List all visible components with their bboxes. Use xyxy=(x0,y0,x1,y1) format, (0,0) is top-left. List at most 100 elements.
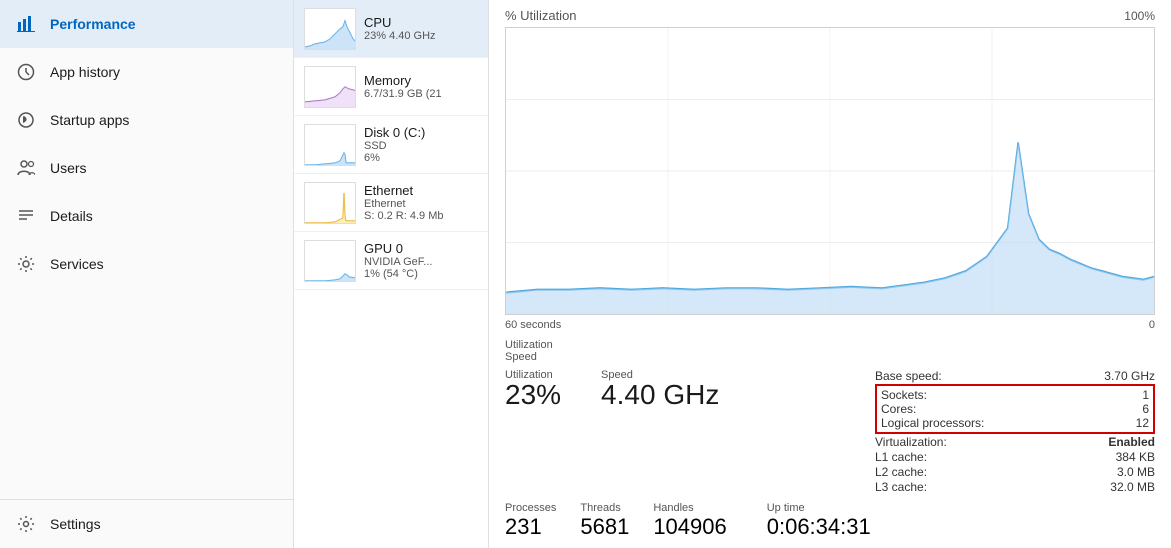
disk-info: Disk 0 (C:) SSD 6% xyxy=(364,125,478,164)
details-icon xyxy=(16,206,36,226)
speed-value-block: Speed 4.40 GHz xyxy=(601,369,719,494)
virtualization-row: Virtualization: Enabled xyxy=(875,435,1155,449)
logical-processors-key: Logical processors: xyxy=(881,416,984,430)
detail-header: % Utilization 100% xyxy=(505,8,1155,23)
speed-value: 4.40 GHz xyxy=(601,381,719,409)
util-max-label: 100% xyxy=(1124,9,1155,23)
ethernet-thumb xyxy=(304,182,356,224)
processes-label: Processes xyxy=(505,502,556,514)
virtualization-val: Enabled xyxy=(1108,435,1155,449)
memory-sub: 6.7/31.9 GB (21 xyxy=(364,88,478,100)
logical-processors-row: Logical processors: 12 xyxy=(881,416,1149,430)
sidebar-item-details[interactable]: Details xyxy=(0,192,293,240)
ethernet-sub2: S: 0.2 R: 4.9 Mb xyxy=(364,210,478,222)
speed-stat-label-inline: Speed xyxy=(505,351,553,363)
sidebar-item-app-history-label: App history xyxy=(50,64,120,80)
ethernet-info: Ethernet Ethernet S: 0.2 R: 4.9 Mb xyxy=(364,183,478,222)
sidebar-item-users-label: Users xyxy=(50,160,87,176)
utilization-value-block: Utilization 23% xyxy=(505,369,561,494)
processes-value: 231 xyxy=(505,514,556,540)
sidebar-item-startup-label: Startup apps xyxy=(50,112,129,128)
sockets-val: 1 xyxy=(1142,388,1149,402)
sidebar-item-startup-apps[interactable]: Startup apps xyxy=(0,96,293,144)
logical-processors-val: 12 xyxy=(1136,416,1149,430)
memory-thumb xyxy=(304,66,356,108)
base-speed-val: 3.70 GHz xyxy=(1104,369,1155,383)
threads-value: 5681 xyxy=(580,514,629,540)
gpu-thumb xyxy=(304,240,356,282)
chart-icon xyxy=(16,14,36,34)
graph-bottom: 60 seconds 0 xyxy=(505,319,1155,331)
sidebar-item-services-label: Services xyxy=(50,256,104,272)
gpu-sub2: 1% (54 °C) xyxy=(364,268,478,280)
l3-key: L3 cache: xyxy=(875,480,927,494)
l2-val: 3.0 MB xyxy=(1117,465,1155,479)
handles-label: Handles xyxy=(653,502,726,514)
sockets-row: Sockets: 1 xyxy=(881,388,1149,402)
sidebar-item-services[interactable]: Services xyxy=(0,240,293,288)
device-list: CPU 23% 4.40 GHz Memory 6.7/31.9 GB (21 xyxy=(294,0,489,548)
sidebar-item-performance[interactable]: Performance xyxy=(0,0,293,48)
users-icon xyxy=(16,158,36,178)
cpu-thumb xyxy=(304,8,356,50)
uptime-block: Up time 0:06:34:31 xyxy=(767,502,871,540)
zero-label: 0 xyxy=(1149,319,1155,331)
time-label: 60 seconds xyxy=(505,319,561,331)
device-item-disk[interactable]: Disk 0 (C:) SSD 6% xyxy=(294,116,488,174)
sidebar-item-settings[interactable]: Settings xyxy=(0,500,293,548)
cpu-info: CPU 23% 4.40 GHz xyxy=(364,15,478,42)
l1-val: 384 KB xyxy=(1116,450,1155,464)
virtualization-key: Virtualization: xyxy=(875,435,947,449)
handles-value: 104906 xyxy=(653,514,726,540)
device-item-cpu[interactable]: CPU 23% 4.40 GHz xyxy=(294,0,488,58)
util-stat-label: Utilization xyxy=(505,339,553,351)
handles-block: Handles 104906 xyxy=(653,502,726,540)
cores-key: Cores: xyxy=(881,402,916,416)
sockets-key: Sockets: xyxy=(881,388,927,402)
base-speed-row: Base speed: 3.70 GHz xyxy=(875,369,1155,383)
util-label: % Utilization xyxy=(505,8,577,23)
disk-sub1: SSD xyxy=(364,140,478,152)
cores-val: 6 xyxy=(1142,402,1149,416)
detail-panel: % Utilization 100% 60 seconds 0 xyxy=(489,0,1171,548)
cpu-name: CPU xyxy=(364,15,478,30)
l3-val: 32.0 MB xyxy=(1110,480,1155,494)
specs-block: Base speed: 3.70 GHz Sockets: 1 Cores: 6… xyxy=(875,369,1155,494)
highlighted-specs: Sockets: 1 Cores: 6 Logical processors: … xyxy=(875,384,1155,434)
gpu-name: GPU 0 xyxy=(364,241,478,256)
sidebar-item-performance-label: Performance xyxy=(50,16,136,32)
services-icon xyxy=(16,254,36,274)
settings-icon xyxy=(16,514,36,534)
base-speed-key: Base speed: xyxy=(875,369,942,383)
bottom-stats: Processes 231 Threads 5681 Handles 10490… xyxy=(505,502,1155,540)
utilization-stat: Utilization Speed xyxy=(505,339,553,363)
sidebar-item-details-label: Details xyxy=(50,208,93,224)
device-item-gpu[interactable]: GPU 0 NVIDIA GeF... 1% (54 °C) xyxy=(294,232,488,290)
gpu-info: GPU 0 NVIDIA GeF... 1% (54 °C) xyxy=(364,241,478,280)
sidebar: Performance App history Startup apps xyxy=(0,0,294,548)
disk-sub2: 6% xyxy=(364,152,478,164)
threads-block: Threads 5681 xyxy=(580,502,629,540)
l2-cache-row: L2 cache: 3.0 MB xyxy=(875,465,1155,479)
cpu-sub: 23% 4.40 GHz xyxy=(364,30,478,42)
memory-name: Memory xyxy=(364,73,478,88)
ethernet-sub1: Ethernet xyxy=(364,198,478,210)
uptime-label: Up time xyxy=(767,502,871,514)
threads-label: Threads xyxy=(580,502,629,514)
l2-key: L2 cache: xyxy=(875,465,927,479)
clock-icon xyxy=(16,62,36,82)
sidebar-item-settings-label: Settings xyxy=(50,516,101,532)
sidebar-item-users[interactable]: Users xyxy=(0,144,293,192)
l1-cache-row: L1 cache: 384 KB xyxy=(875,450,1155,464)
sidebar-item-app-history[interactable]: App history xyxy=(0,48,293,96)
processes-block: Processes 231 xyxy=(505,502,556,540)
l3-cache-row: L3 cache: 32.0 MB xyxy=(875,480,1155,494)
util-value: 23% xyxy=(505,381,561,409)
device-item-ethernet[interactable]: Ethernet Ethernet S: 0.2 R: 4.9 Mb xyxy=(294,174,488,232)
disk-thumb xyxy=(304,124,356,166)
cores-row: Cores: 6 xyxy=(881,402,1149,416)
memory-info: Memory 6.7/31.9 GB (21 xyxy=(364,73,478,100)
main-content: CPU 23% 4.40 GHz Memory 6.7/31.9 GB (21 xyxy=(294,0,1171,548)
device-item-memory[interactable]: Memory 6.7/31.9 GB (21 xyxy=(294,58,488,116)
startup-icon xyxy=(16,110,36,130)
